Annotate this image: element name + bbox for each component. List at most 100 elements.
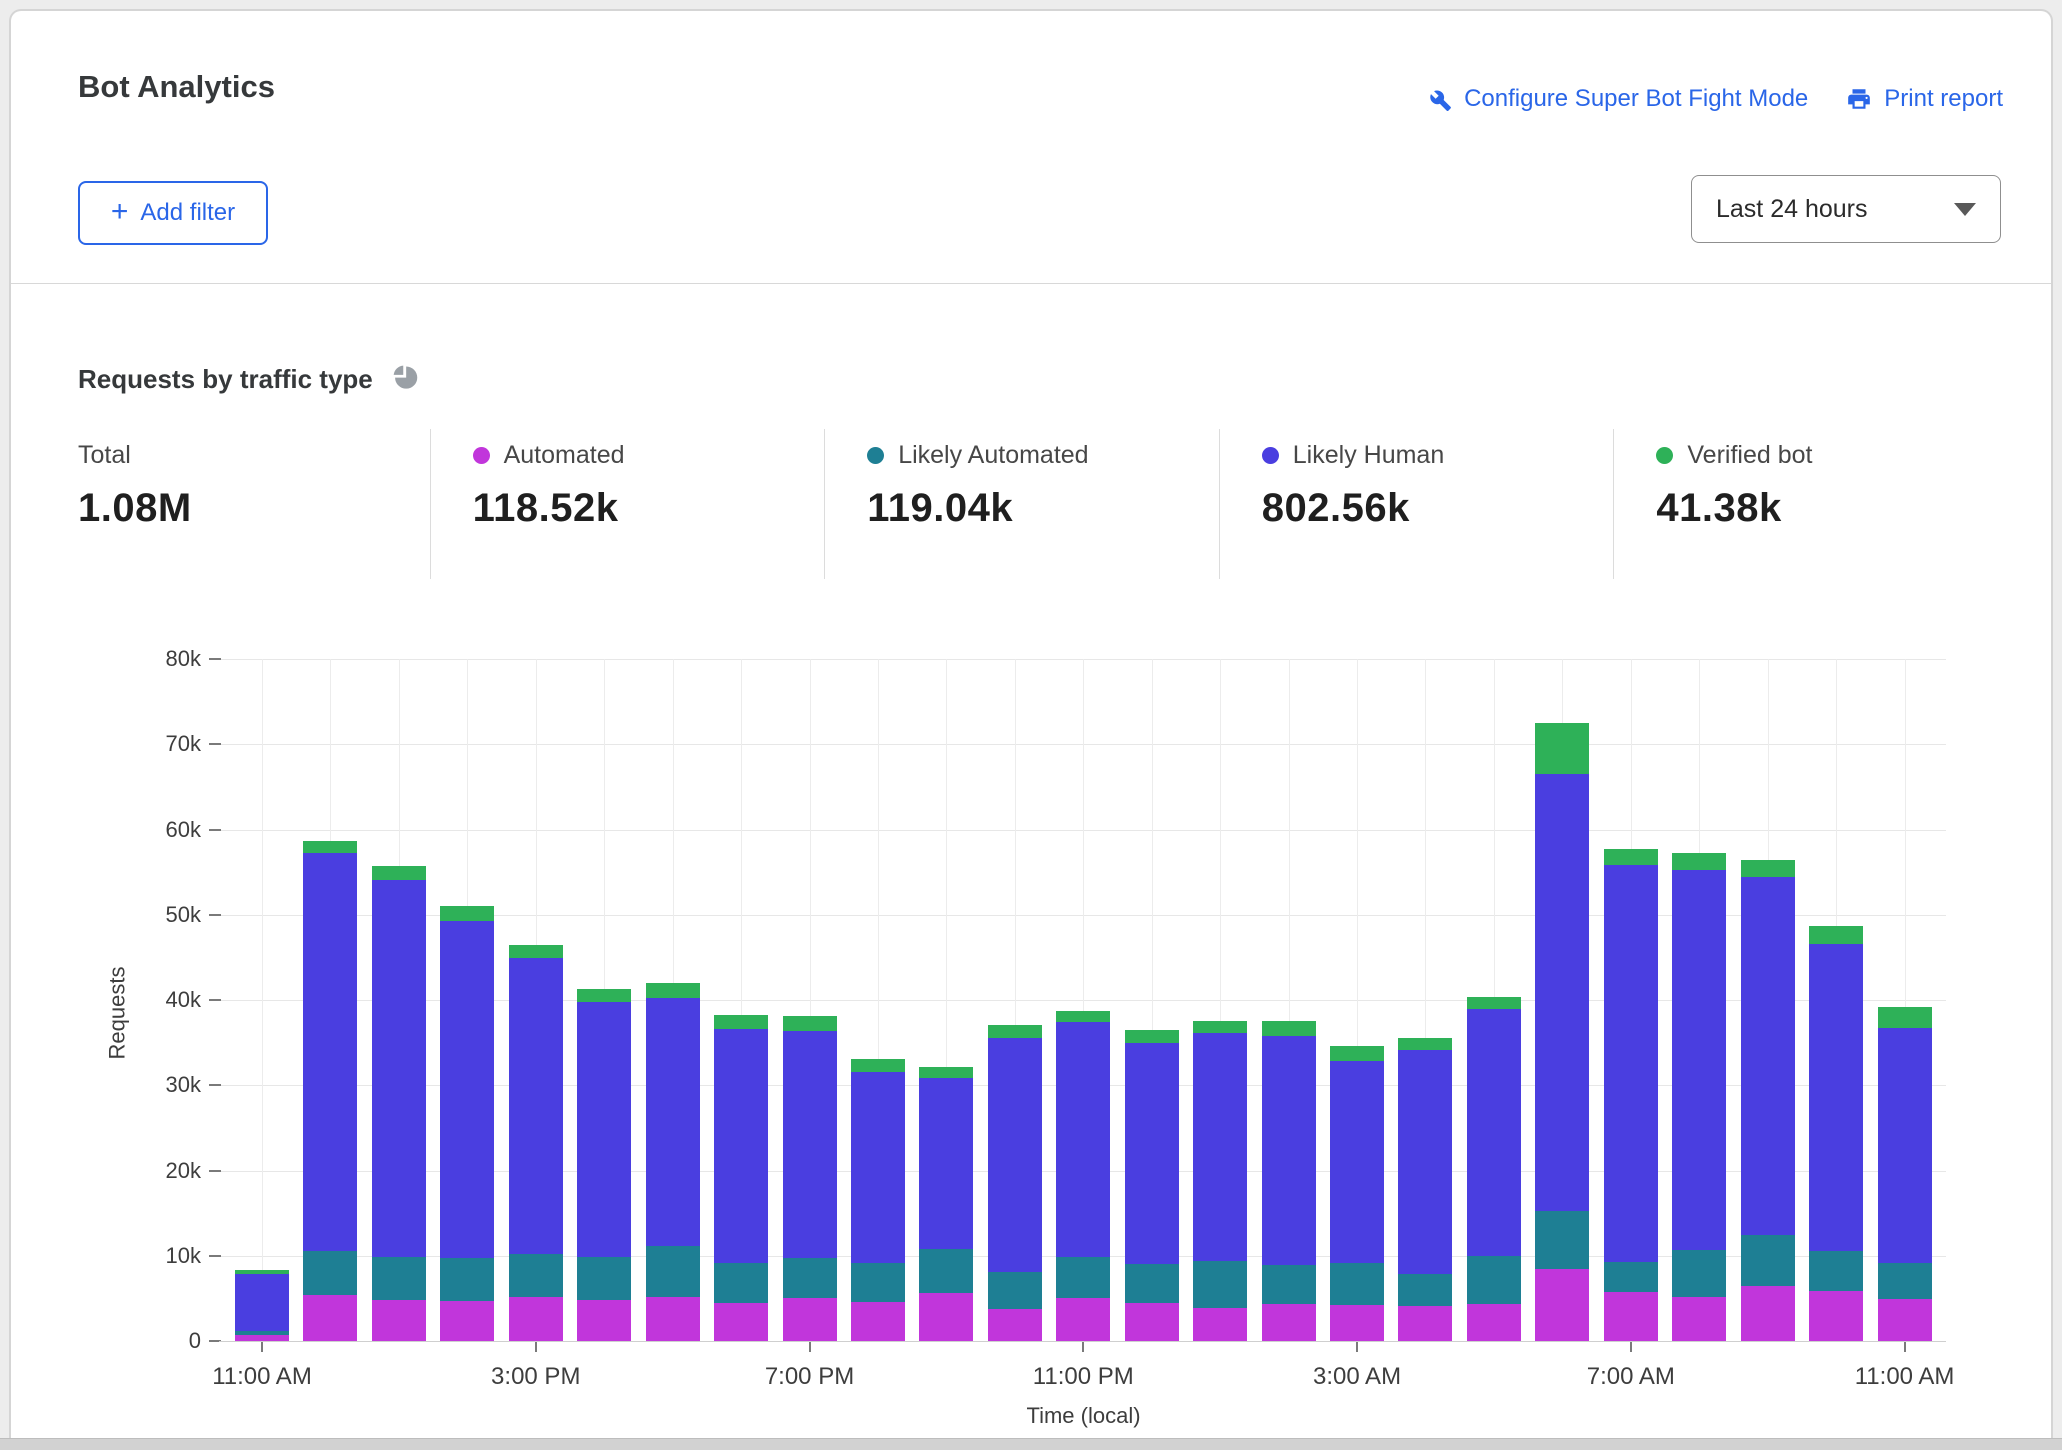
segment-automated [1330, 1305, 1384, 1341]
segment-verified-bot [1330, 1046, 1384, 1060]
bar-hour-18[interactable] [1467, 997, 1521, 1341]
print-link-label: Print report [1884, 85, 2003, 113]
y-tick-mark [209, 1255, 221, 1257]
segment-likely-human [1809, 944, 1863, 1252]
y-tick-label: 40k [131, 987, 201, 1013]
segment-automated [372, 1300, 426, 1341]
bar-hour-14[interactable] [1193, 1021, 1247, 1341]
y-tick-mark [209, 914, 221, 916]
segment-likely-human [303, 853, 357, 1251]
segment-verified-bot [851, 1059, 905, 1072]
segment-automated [646, 1297, 700, 1341]
x-tick-label: 3:00 PM [491, 1363, 580, 1391]
segment-verified-bot [1125, 1030, 1179, 1043]
segment-likely-human [1262, 1036, 1316, 1265]
bar-hour-20[interactable] [1604, 849, 1658, 1341]
segment-verified-bot [1193, 1021, 1247, 1033]
segment-automated [714, 1303, 768, 1341]
stat-value: 119.04k [867, 486, 1219, 531]
y-tick-mark [209, 658, 221, 660]
segment-likely-human [1125, 1043, 1179, 1265]
bar-hour-21[interactable] [1672, 853, 1726, 1341]
bar-hour-6[interactable] [646, 983, 700, 1341]
bar-hour-9[interactable] [851, 1059, 905, 1341]
segment-likely-automated [1193, 1261, 1247, 1308]
segment-verified-bot [1467, 997, 1521, 1009]
segment-automated [1741, 1286, 1795, 1341]
chevron-down-icon [1954, 203, 1976, 216]
segment-likely-automated [372, 1257, 426, 1300]
segment-verified-bot [1604, 849, 1658, 865]
bar-hour-8[interactable] [783, 1016, 837, 1341]
x-tick-label: 7:00 AM [1587, 1363, 1675, 1391]
segment-likely-automated [1672, 1250, 1726, 1297]
gridline [262, 659, 263, 1341]
stat-value: 1.08M [78, 486, 430, 531]
x-tick-label: 7:00 PM [765, 1363, 854, 1391]
stat-value: 802.56k [1262, 486, 1614, 531]
wrench-icon [1426, 86, 1452, 112]
bar-hour-24[interactable] [1878, 1007, 1932, 1341]
y-tick-label: 60k [131, 817, 201, 843]
bar-hour-10[interactable] [919, 1066, 973, 1341]
bar-hour-13[interactable] [1125, 1030, 1179, 1341]
segment-likely-automated [1125, 1264, 1179, 1302]
y-tick-label: 0 [131, 1328, 201, 1354]
segment-automated [1809, 1291, 1863, 1341]
bar-hour-23[interactable] [1809, 926, 1863, 1341]
y-tick-mark [209, 743, 221, 745]
segment-likely-human [1741, 877, 1795, 1235]
segment-likely-human [1467, 1009, 1521, 1256]
stats-row: Total1.08MAutomated118.52kLikely Automat… [78, 429, 2008, 579]
segment-likely-automated [303, 1251, 357, 1294]
plus-icon: + [111, 195, 129, 229]
stat-total: Total1.08M [78, 429, 430, 579]
time-range-value: Last 24 hours [1716, 195, 1868, 224]
bar-hour-11[interactable] [988, 1025, 1042, 1341]
header-divider [11, 283, 2051, 284]
time-range-dropdown[interactable]: Last 24 hours [1691, 175, 2001, 243]
y-tick-label: 20k [131, 1158, 201, 1184]
print-report-link[interactable]: Print report [1846, 85, 2003, 113]
bar-hour-12[interactable] [1056, 1011, 1110, 1341]
y-tick-label: 80k [131, 646, 201, 672]
segment-likely-automated [1878, 1263, 1932, 1299]
segment-automated [1262, 1304, 1316, 1341]
segment-verified-bot [235, 1270, 289, 1273]
segment-likely-automated [783, 1258, 837, 1298]
stat-label: Verified bot [1687, 441, 1812, 470]
page-bottom-strip [0, 1438, 2062, 1450]
add-filter-button[interactable]: + Add filter [78, 181, 268, 245]
segment-verified-bot [1741, 860, 1795, 877]
bar-hour-19[interactable] [1535, 723, 1589, 1341]
segment-likely-human [372, 880, 426, 1257]
segment-likely-human [1193, 1033, 1247, 1261]
bar-hour-17[interactable] [1398, 1038, 1452, 1341]
segment-likely-human [851, 1072, 905, 1264]
bar-hour-22[interactable] [1741, 860, 1795, 1341]
bar-hour-0[interactable] [235, 1270, 289, 1341]
bar-hour-7[interactable] [714, 1014, 768, 1341]
configure-link-label: Configure Super Bot Fight Mode [1464, 85, 1808, 113]
segment-likely-automated [1262, 1265, 1316, 1304]
y-tick-label: 30k [131, 1072, 201, 1098]
segment-verified-bot [1809, 926, 1863, 944]
segment-automated [1604, 1292, 1658, 1341]
bar-hour-15[interactable] [1262, 1021, 1316, 1341]
bar-hour-4[interactable] [509, 945, 563, 1341]
bar-hour-16[interactable] [1330, 1046, 1384, 1341]
bar-hour-3[interactable] [440, 906, 494, 1341]
legend-dot [473, 447, 490, 464]
bar-hour-5[interactable] [577, 989, 631, 1341]
segment-verified-bot [509, 945, 563, 958]
segment-likely-automated [1467, 1256, 1521, 1305]
bar-hour-1[interactable] [303, 841, 357, 1341]
segment-likely-automated [1330, 1263, 1384, 1305]
pie-chart-icon [391, 363, 419, 396]
configure-super-bot-fight-mode-link[interactable]: Configure Super Bot Fight Mode [1426, 85, 1808, 113]
stat-likely-human: Likely Human802.56k [1219, 429, 1614, 579]
segment-verified-bot [714, 1015, 768, 1029]
page-title: Bot Analytics [78, 69, 275, 105]
segment-likely-automated [714, 1263, 768, 1303]
bar-hour-2[interactable] [372, 866, 426, 1341]
